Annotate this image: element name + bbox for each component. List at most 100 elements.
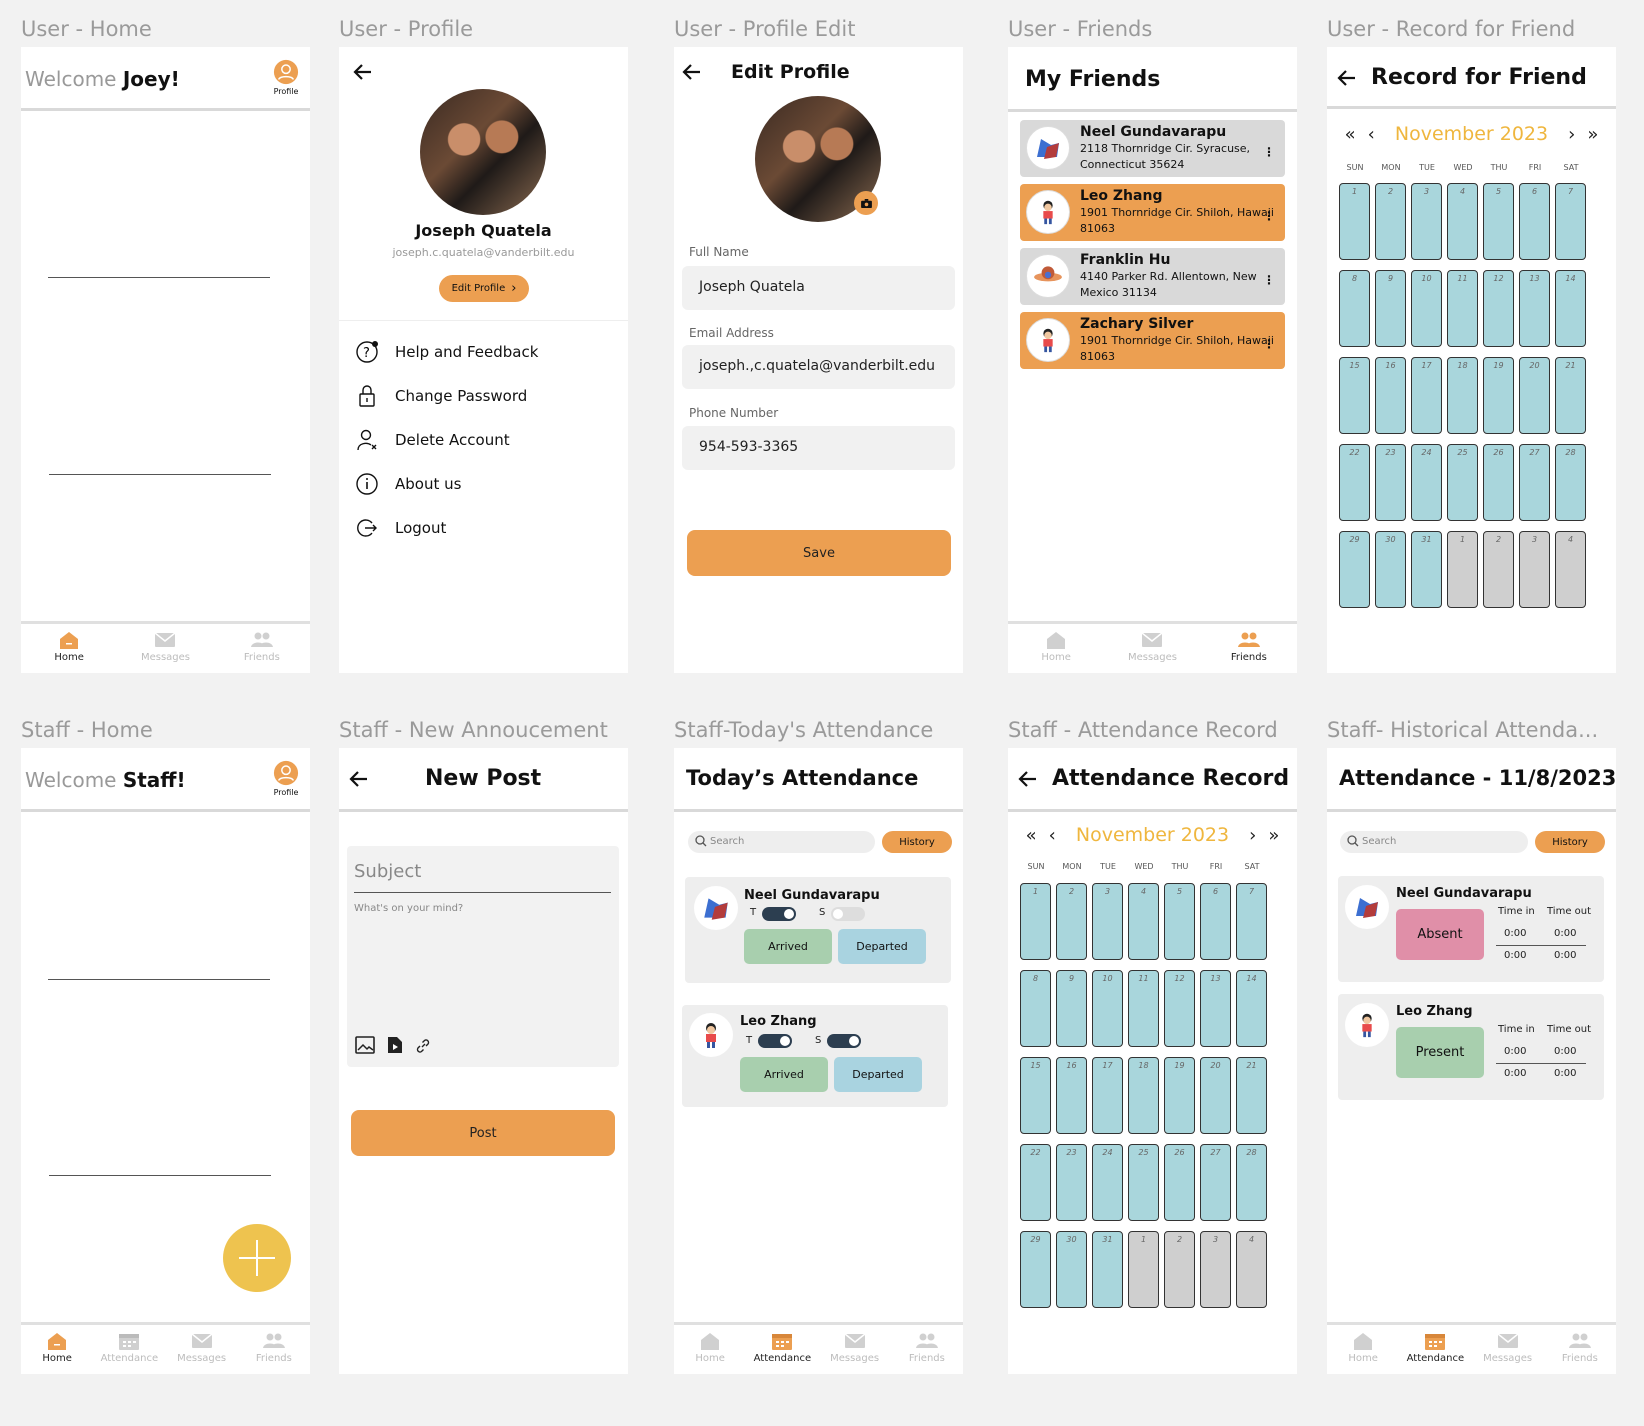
calendar-day-cell[interactable]: 20 [1200,1057,1231,1134]
calendar-day-cell[interactable]: 2 [1056,883,1087,960]
t-toggle[interactable] [762,907,796,921]
menu-help[interactable]: ? Help and Feedback [355,340,538,364]
arrived-button[interactable]: Arrived [744,929,832,964]
more-options-icon[interactable]: ⋮ [1263,272,1275,288]
calendar-day-cell[interactable]: 1 [1447,531,1478,608]
nav-home[interactable]: Home [1328,1331,1398,1364]
calendar-day-cell[interactable]: 7 [1555,183,1586,260]
calendar-day-cell[interactable]: 14 [1236,970,1267,1047]
chevron-right-icon[interactable]: › [1249,825,1256,846]
document-icon[interactable] [387,1036,403,1054]
calendar-day-cell[interactable]: 9 [1056,970,1087,1047]
back-arrow-icon[interactable] [347,766,373,792]
calendar-day-cell[interactable]: 10 [1092,970,1123,1047]
double-chevron-left-icon[interactable]: « [1026,825,1037,846]
more-options-icon[interactable]: ⋮ [1263,336,1275,352]
calendar-day-cell[interactable]: 1 [1128,1231,1159,1308]
calendar-day-cell[interactable]: 19 [1483,357,1514,434]
calendar-day-cell[interactable]: 1 [1339,183,1370,260]
calendar-day-cell[interactable]: 26 [1483,444,1514,521]
calendar-day-cell[interactable]: 25 [1128,1144,1159,1221]
calendar-day-cell[interactable]: 17 [1092,1057,1123,1134]
body-textarea[interactable]: What's on your mind? [354,903,463,914]
calendar-day-cell[interactable]: 18 [1128,1057,1159,1134]
double-chevron-right-icon[interactable]: » [1268,825,1279,846]
friend-card[interactable]: Leo Zhang 1901 Thornridge Cir. Shiloh, Ha… [1020,184,1285,241]
calendar-day-cell[interactable]: 11 [1128,970,1159,1047]
calendar-day-cell[interactable]: 11 [1447,270,1478,347]
calendar-day-cell[interactable]: 30 [1375,531,1406,608]
calendar-day-cell[interactable]: 26 [1164,1144,1195,1221]
calendar-day-cell[interactable]: 7 [1236,883,1267,960]
nav-home[interactable]: Home [22,1331,92,1364]
calendar-day-cell[interactable]: 24 [1092,1144,1123,1221]
friend-card[interactable]: Neel Gundavarapu 2118 Thornridge Cir. Syr… [1020,120,1285,177]
subject-input[interactable]: Subject [354,859,611,893]
friend-card[interactable]: Zachary Silver 1901 Thornridge Cir. Shilo… [1020,312,1285,369]
back-arrow-icon[interactable] [351,59,377,85]
menu-delete-account[interactable]: Delete Account [355,428,510,452]
double-chevron-left-icon[interactable]: « [1345,124,1356,145]
back-arrow-icon[interactable] [1016,766,1042,792]
nav-messages[interactable]: Messages [167,1331,237,1364]
nav-home[interactable]: Home [34,630,104,663]
phone-field[interactable]: 954-593-3365 [682,426,955,470]
profile-button[interactable]: Profile [272,760,300,797]
nav-friends[interactable]: Friends [227,630,297,663]
calendar-day-cell[interactable]: 23 [1056,1144,1087,1221]
calendar-day-cell[interactable]: 15 [1339,357,1370,434]
nav-attendance[interactable]: Attendance [94,1331,164,1364]
menu-about[interactable]: About us [355,472,461,496]
nav-messages[interactable]: Messages [130,630,200,663]
departed-button[interactable]: Departed [838,929,926,964]
calendar-day-cell[interactable]: 28 [1555,444,1586,521]
calendar-day-cell[interactable]: 17 [1411,357,1442,434]
calendar-day-cell[interactable]: 16 [1056,1057,1087,1134]
nav-home[interactable]: Home [1021,630,1091,663]
calendar-day-cell[interactable]: 21 [1555,357,1586,434]
calendar-day-cell[interactable]: 6 [1200,883,1231,960]
calendar-day-cell[interactable]: 31 [1411,531,1442,608]
nav-home[interactable]: Home [675,1331,745,1364]
nav-messages[interactable]: Messages [1117,630,1187,663]
add-post-button[interactable] [223,1224,291,1292]
calendar-day-cell[interactable]: 28 [1236,1144,1267,1221]
departed-button[interactable]: Departed [834,1057,922,1092]
calendar-day-cell[interactable]: 3 [1411,183,1442,260]
search-input[interactable]: Search [1340,831,1528,853]
calendar-day-cell[interactable]: 14 [1555,270,1586,347]
calendar-day-cell[interactable]: 25 [1447,444,1478,521]
calendar-day-cell[interactable]: 2 [1483,531,1514,608]
calendar-day-cell[interactable]: 20 [1519,357,1550,434]
chevron-left-icon[interactable]: ‹ [1368,124,1375,145]
s-toggle[interactable] [831,907,865,921]
full-name-field[interactable]: Joseph Quatela [682,266,955,310]
calendar-day-cell[interactable]: 22 [1020,1144,1051,1221]
calendar-day-cell[interactable]: 9 [1375,270,1406,347]
calendar-day-cell[interactable]: 4 [1128,883,1159,960]
calendar-day-cell[interactable]: 13 [1519,270,1550,347]
calendar-day-cell[interactable]: 5 [1164,883,1195,960]
calendar-day-cell[interactable]: 27 [1200,1144,1231,1221]
calendar-day-cell[interactable]: 29 [1020,1231,1051,1308]
calendar-day-cell[interactable]: 2 [1375,183,1406,260]
calendar-day-cell[interactable]: 24 [1411,444,1442,521]
arrived-button[interactable]: Arrived [740,1057,828,1092]
calendar-day-cell[interactable]: 27 [1519,444,1550,521]
calendar-day-cell[interactable]: 13 [1200,970,1231,1047]
calendar-day-cell[interactable]: 10 [1411,270,1442,347]
friend-card[interactable]: Franklin Hu 4140 Parker Rd. Allentown, Ne… [1020,248,1285,305]
calendar-day-cell[interactable]: 3 [1092,883,1123,960]
calendar-day-cell[interactable]: 31 [1092,1231,1123,1308]
calendar-day-cell[interactable]: 8 [1020,970,1051,1047]
calendar-day-cell[interactable]: 16 [1375,357,1406,434]
chevron-right-icon[interactable]: › [1568,124,1575,145]
calendar-day-cell[interactable]: 23 [1375,444,1406,521]
calendar-day-cell[interactable]: 30 [1056,1231,1087,1308]
search-input[interactable]: Search [688,831,875,853]
calendar-day-cell[interactable]: 12 [1164,970,1195,1047]
calendar-day-cell[interactable]: 2 [1164,1231,1195,1308]
edit-profile-button[interactable]: Edit Profile › [439,275,529,302]
calendar-day-cell[interactable]: 29 [1339,531,1370,608]
nav-friends[interactable]: Friends [239,1331,309,1364]
